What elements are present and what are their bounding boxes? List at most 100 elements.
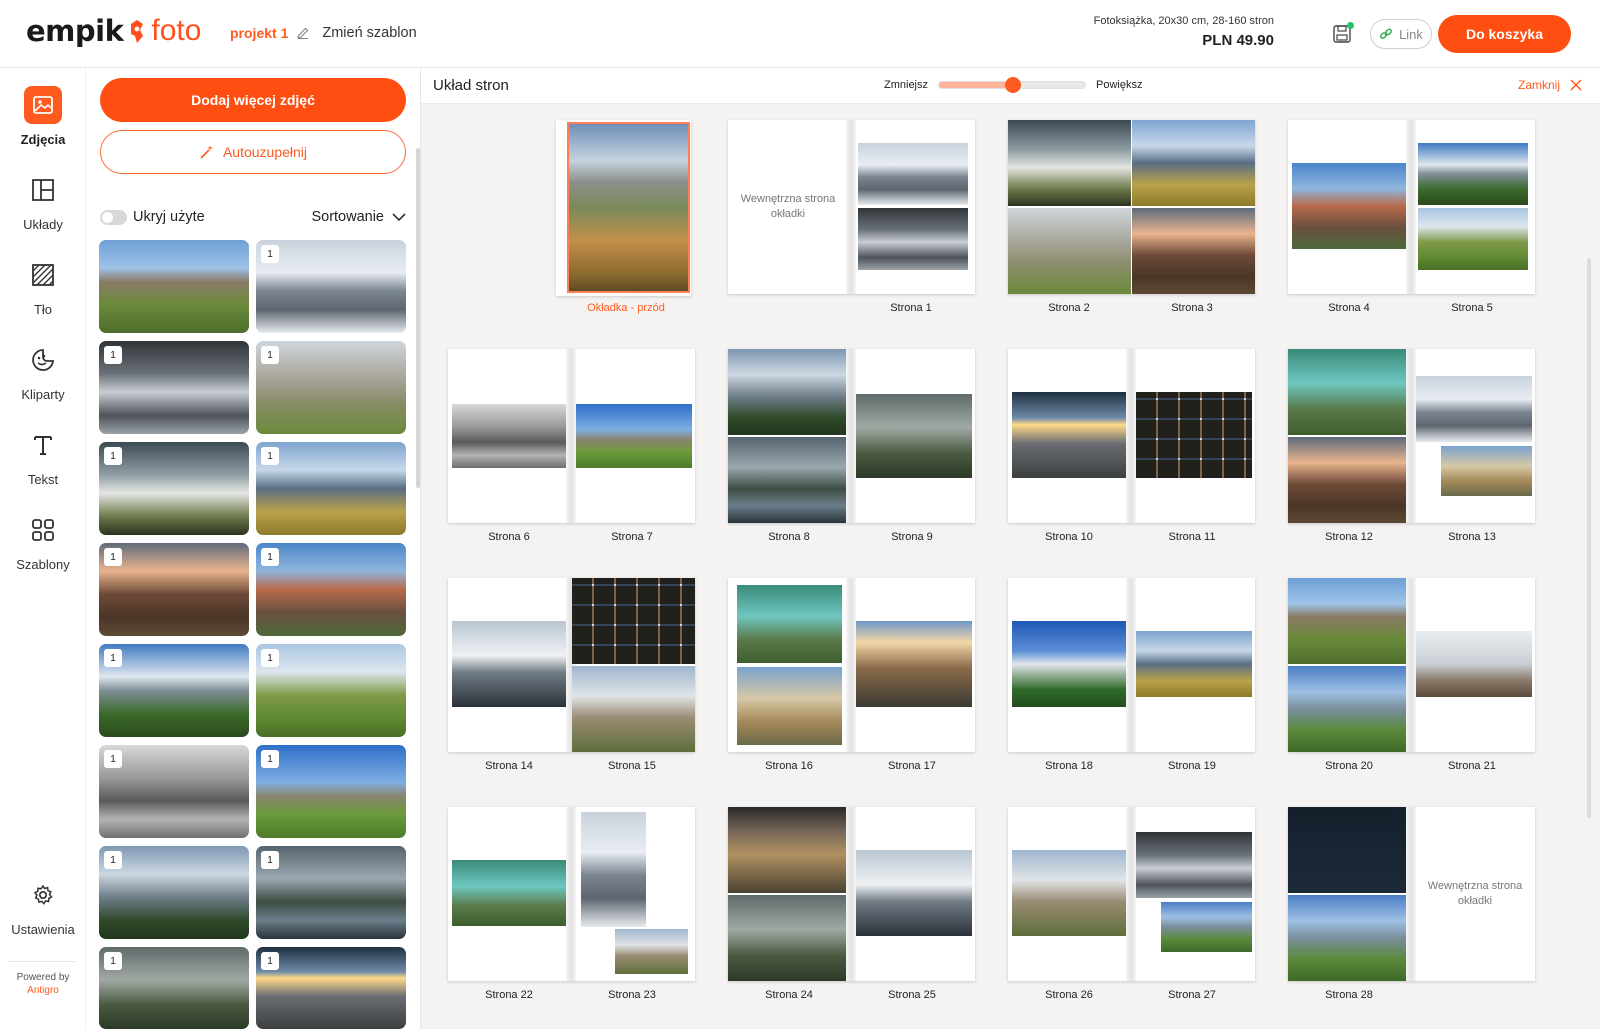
page-photo[interactable]: [1416, 376, 1532, 442]
share-link-button[interactable]: Link: [1370, 19, 1432, 49]
photo-thumb[interactable]: 1: [99, 745, 249, 838]
cover-page[interactable]: [556, 120, 691, 296]
page-photo[interactable]: [1132, 208, 1255, 294]
page-photo[interactable]: [1418, 208, 1528, 270]
zoom-in-label[interactable]: Powiększ: [1096, 79, 1142, 91]
page-photo[interactable]: [858, 208, 968, 270]
nav-item-cliparts[interactable]: Kliparty: [0, 341, 86, 402]
photo-thumb[interactable]: 1: [256, 341, 406, 434]
photo-thumb[interactable]: 1: [256, 442, 406, 535]
page-photo[interactable]: [728, 349, 851, 435]
photo-thumb[interactable]: 1: [256, 745, 406, 838]
photo-thumb[interactable]: 1: [256, 543, 406, 636]
spread[interactable]: Wewnętrzna strona okładki: [1288, 807, 1535, 981]
page-photo[interactable]: [452, 860, 566, 926]
close-button[interactable]: Zamknij: [1518, 78, 1582, 92]
nav-item-layouts[interactable]: Układy: [0, 171, 86, 232]
page-photo[interactable]: [452, 621, 566, 707]
autofill-button[interactable]: Autouzupełnij: [100, 130, 406, 174]
page-photo[interactable]: [737, 585, 842, 663]
nav-item-settings[interactable]: Ustawienia: [0, 876, 86, 937]
nav-item-background[interactable]: Tło: [0, 256, 86, 317]
page-photo[interactable]: [1418, 143, 1528, 205]
cover-photo[interactable]: [567, 122, 690, 293]
spread[interactable]: [728, 349, 975, 523]
page-photo[interactable]: [1008, 120, 1131, 206]
hide-used-toggle[interactable]: [100, 209, 127, 225]
page-photo[interactable]: [737, 667, 842, 745]
page-photo[interactable]: [1136, 832, 1252, 898]
spread[interactable]: [1008, 120, 1255, 294]
photo-thumb[interactable]: 1: [99, 341, 249, 434]
page-photo[interactable]: [728, 895, 851, 981]
page-photo[interactable]: [1012, 392, 1126, 478]
spread[interactable]: [1288, 578, 1535, 752]
add-to-cart-button[interactable]: Do koszyka: [1438, 15, 1571, 53]
page-photo[interactable]: [858, 143, 968, 205]
page-photo[interactable]: [728, 437, 851, 523]
page-photo[interactable]: [856, 850, 972, 936]
page-photo[interactable]: [1288, 437, 1411, 523]
powered-by-brand[interactable]: Antigro: [0, 984, 86, 997]
zoom-out-label[interactable]: Zmniejsz: [884, 79, 928, 91]
page-photo[interactable]: [856, 394, 972, 478]
page-photo[interactable]: [576, 404, 692, 468]
spread[interactable]: Wewnętrzna strona okładki: [728, 120, 975, 294]
page-photo-collage[interactable]: [1136, 392, 1252, 478]
empik-foto-logo[interactable]: empik foto: [26, 14, 201, 48]
page-photo[interactable]: [1288, 666, 1411, 752]
photo-thumb[interactable]: 1: [256, 644, 406, 737]
photo-thumb[interactable]: 1: [99, 644, 249, 737]
photo-thumb[interactable]: 1: [256, 240, 406, 333]
add-more-photos-button[interactable]: Dodaj więcej zdjęć: [100, 78, 406, 122]
page-photo[interactable]: [1288, 578, 1411, 664]
page-photo[interactable]: [1416, 631, 1532, 697]
page-photo[interactable]: [856, 621, 972, 707]
spread[interactable]: [1008, 807, 1255, 981]
photo-thumb[interactable]: 1: [99, 442, 249, 535]
page-photo[interactable]: [1292, 163, 1406, 249]
page-photo[interactable]: [1288, 807, 1411, 893]
page-photo[interactable]: [1008, 208, 1131, 294]
page-photo[interactable]: [615, 929, 688, 974]
page-photo[interactable]: [1136, 631, 1252, 697]
zoom-slider[interactable]: [938, 77, 1087, 93]
sort-dropdown[interactable]: Sortowanie: [311, 209, 406, 225]
spread[interactable]: [448, 807, 695, 981]
spread[interactable]: [1288, 349, 1535, 523]
page-photo[interactable]: [1012, 621, 1126, 707]
pencil-icon[interactable]: [296, 26, 310, 40]
spread[interactable]: [728, 807, 975, 981]
photo-thumb[interactable]: 1: [256, 947, 406, 1029]
page-photo[interactable]: [728, 807, 851, 893]
change-template-link[interactable]: Zmień szablon: [322, 25, 416, 41]
page-photo[interactable]: [1288, 349, 1411, 435]
spread[interactable]: [1008, 578, 1255, 752]
photo-thumb[interactable]: 1: [256, 846, 406, 939]
spread[interactable]: [448, 578, 695, 752]
spread[interactable]: [448, 349, 695, 523]
nav-item-photos[interactable]: Zdjęcia: [0, 86, 86, 147]
spread[interactable]: [728, 578, 975, 752]
page-photo[interactable]: [1132, 120, 1255, 206]
photo-thumb[interactable]: 1: [99, 947, 249, 1029]
page-photo[interactable]: [452, 404, 566, 468]
page-photo[interactable]: [1288, 895, 1411, 981]
layout-scrollbar[interactable]: [1587, 258, 1591, 818]
photo-thumb[interactable]: [99, 240, 249, 333]
spread[interactable]: [1008, 349, 1255, 523]
photo-thumb[interactable]: 1: [99, 543, 249, 636]
photos-scrollbar[interactable]: [416, 148, 420, 488]
zoom-slider-handle[interactable]: [1005, 77, 1022, 93]
page-photo[interactable]: [1161, 902, 1252, 952]
photo-thumb[interactable]: 1: [99, 846, 249, 939]
nav-item-templates[interactable]: Szablony: [0, 511, 86, 572]
nav-item-text[interactable]: Tekst: [0, 426, 86, 487]
page-photo[interactable]: [1012, 850, 1126, 936]
page-photo[interactable]: [1441, 446, 1532, 496]
project-name[interactable]: projekt 1: [230, 25, 288, 41]
page-photo[interactable]: [572, 666, 695, 752]
page-photo[interactable]: [581, 812, 646, 927]
page-photo-collage[interactable]: [572, 578, 695, 664]
spread[interactable]: [1288, 120, 1535, 294]
